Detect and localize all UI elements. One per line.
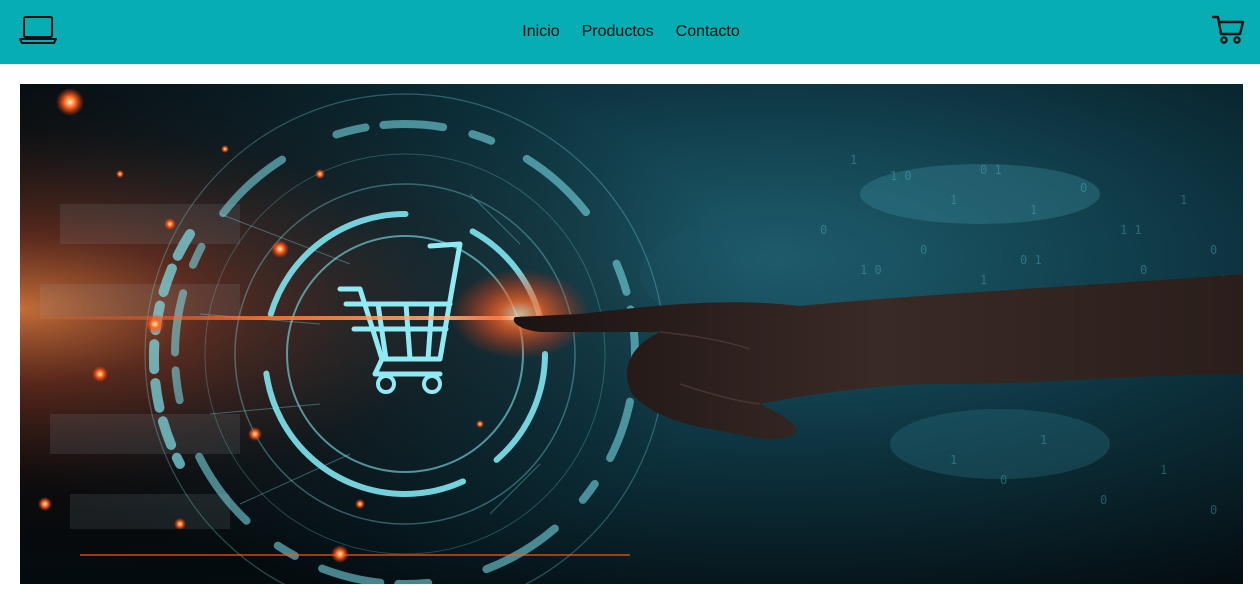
svg-text:0: 0 — [920, 243, 927, 257]
svg-text:0 1: 0 1 — [1020, 253, 1042, 267]
svg-text:1: 1 — [1180, 193, 1187, 207]
svg-text:1: 1 — [1030, 203, 1037, 217]
nav-link-contacto[interactable]: Contacto — [676, 23, 740, 41]
svg-text:1: 1 — [1160, 463, 1167, 477]
svg-text:0: 0 — [1210, 243, 1217, 257]
svg-text:0 1: 0 1 — [980, 163, 1002, 177]
svg-text:0: 0 — [1210, 503, 1217, 517]
svg-text:1: 1 — [850, 153, 857, 167]
svg-text:0: 0 — [1000, 473, 1007, 487]
hero-banner-image: 11 01 0 110 1 110 01 00 10 11 010 101 01… — [20, 84, 1243, 584]
nav-link-productos[interactable]: Productos — [582, 23, 654, 41]
main-nav: Inicio Productos Contacto — [0, 0, 1260, 64]
svg-text:0: 0 — [1100, 493, 1107, 507]
svg-text:1: 1 — [980, 273, 987, 287]
svg-text:1 1: 1 1 — [1120, 223, 1142, 237]
nav-link-inicio[interactable]: Inicio — [522, 23, 559, 41]
laptop-icon[interactable] — [18, 14, 58, 48]
navbar: Inicio Productos Contacto — [0, 0, 1260, 64]
svg-text:0: 0 — [1080, 181, 1087, 195]
svg-text:0: 0 — [820, 223, 827, 237]
svg-text:1: 1 — [950, 193, 957, 207]
svg-text:1 0: 1 0 — [860, 263, 882, 277]
svg-text:1 0: 1 0 — [890, 169, 912, 183]
svg-text:1: 1 — [1040, 433, 1047, 447]
svg-text:1: 1 — [950, 453, 957, 467]
svg-text:0: 0 — [1140, 263, 1147, 277]
shopping-cart-icon[interactable] — [1211, 13, 1247, 47]
